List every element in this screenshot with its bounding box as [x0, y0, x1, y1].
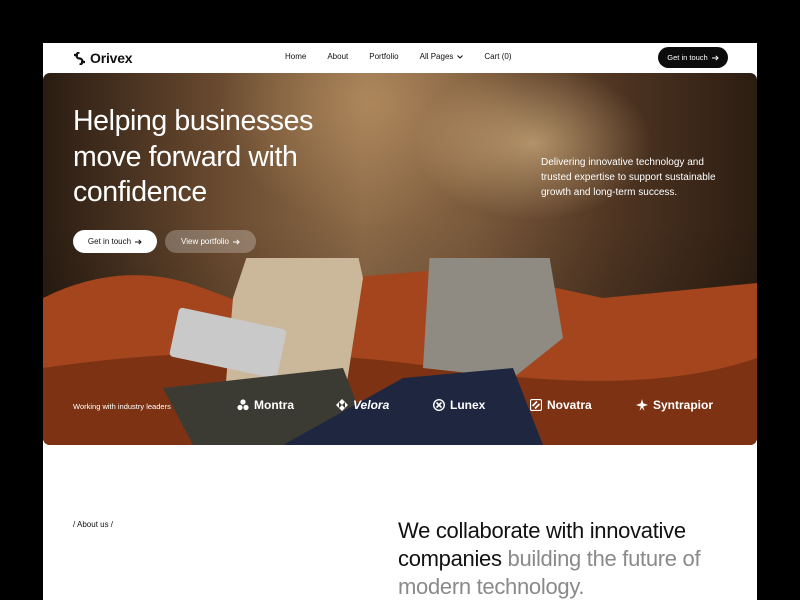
- main-menu: Home About Portfolio All Pages Cart (0): [285, 52, 533, 61]
- page-frame: Orivex Home About Portfolio All Pages Ca…: [43, 43, 757, 600]
- arrow-right-icon: [711, 54, 719, 61]
- nav-cta-label: Get in touch: [667, 53, 708, 62]
- about-heading: We collaborate with innovative companies…: [398, 517, 738, 600]
- partner-name: Novatra: [547, 398, 592, 412]
- top-navigation: Orivex Home About Portfolio All Pages Ca…: [43, 43, 757, 73]
- partner-name: Lunex: [450, 398, 486, 412]
- lunex-logo-icon: [433, 399, 445, 411]
- nav-item-all-pages[interactable]: All Pages: [420, 52, 464, 61]
- nav-item-about[interactable]: About: [327, 52, 348, 61]
- hero-secondary-label: View portfolio: [181, 237, 229, 246]
- syntrapior-logo-icon: [636, 399, 648, 411]
- brand-logo[interactable]: Orivex: [73, 50, 133, 66]
- view-portfolio-button[interactable]: View portfolio: [165, 230, 256, 253]
- partner-logo-novatra: Novatra: [530, 398, 592, 412]
- nav-get-in-touch-button[interactable]: Get in touch: [658, 47, 728, 68]
- partner-name: Montra: [254, 398, 294, 412]
- nav-item-all-pages-label: All Pages: [419, 52, 454, 61]
- partner-logo-velora: Velora: [336, 398, 389, 412]
- novatra-logo-icon: [530, 399, 542, 411]
- nav-item-cart[interactable]: Cart (0): [484, 52, 511, 61]
- arrow-right-icon: [135, 238, 142, 245]
- partner-name: Syntrapior: [653, 398, 714, 412]
- nav-item-portfolio[interactable]: Portfolio: [369, 52, 398, 61]
- partner-logo-montra: Montra: [237, 398, 294, 412]
- arrow-right-icon: [232, 238, 240, 245]
- hero-banner: Helping businesses move forward with con…: [43, 73, 757, 445]
- hero-get-in-touch-button[interactable]: Get in touch: [73, 230, 157, 253]
- partner-logo-lunex: Lunex: [433, 398, 485, 412]
- hero-photo-people-on-sofa: [43, 258, 757, 445]
- logo-icon: [74, 51, 85, 65]
- hero-title: Helping businesses move forward with con…: [73, 105, 313, 208]
- partners-label: Working with industry leaders: [73, 402, 171, 411]
- montra-logo-icon: [237, 399, 249, 411]
- chevron-down-icon: [457, 54, 464, 59]
- brand-name: Orivex: [90, 50, 133, 66]
- about-section-label: / About us /: [73, 520, 114, 529]
- partner-logo-syntrapior: Syntrapior: [636, 398, 713, 412]
- hero-description: Delivering innovative technology and tru…: [541, 157, 716, 198]
- velora-logo-icon: [336, 399, 348, 411]
- partner-name: Velora: [353, 398, 390, 412]
- hero-primary-label: Get in touch: [87, 237, 132, 246]
- nav-item-home[interactable]: Home: [285, 52, 306, 61]
